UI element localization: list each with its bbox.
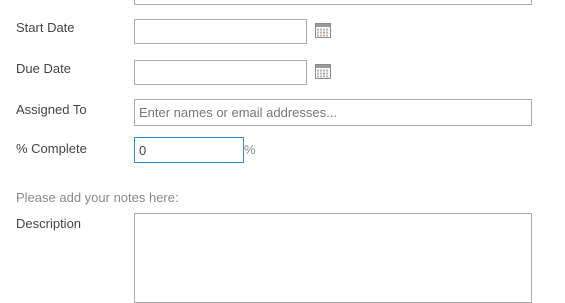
due-date-input[interactable] (134, 60, 307, 85)
notes-hint: Please add your notes here: (16, 190, 179, 205)
previous-field-input[interactable] (134, 0, 532, 5)
assigned-to-input[interactable] (134, 99, 532, 126)
start-date-label: Start Date (16, 20, 75, 35)
due-date-label: Due Date (16, 61, 71, 76)
calendar-icon[interactable] (315, 63, 331, 79)
percent-complete-label: % Complete (16, 141, 87, 156)
start-date-input[interactable] (134, 19, 307, 44)
assigned-to-label: Assigned To (16, 102, 87, 117)
percent-unit: % (244, 142, 256, 157)
description-label: Description (16, 216, 82, 231)
percent-complete-input[interactable] (134, 137, 244, 163)
description-textarea[interactable] (134, 213, 532, 303)
calendar-icon[interactable] (315, 22, 331, 38)
